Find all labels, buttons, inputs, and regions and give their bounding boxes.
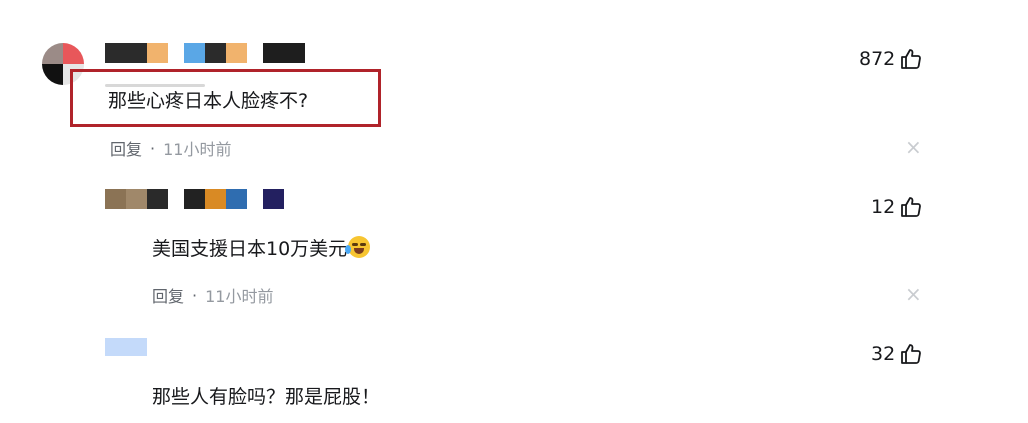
close-icon[interactable]: ×	[905, 137, 922, 157]
comment-meta: 回复 · 11小时前	[110, 136, 231, 160]
reply-button[interactable]: 回复	[110, 136, 142, 160]
comment-meta: 回复 · 11小时前	[152, 283, 273, 307]
timestamp: 11小时前	[163, 140, 232, 159]
like-count: 12	[871, 196, 896, 218]
like-button[interactable]: 872	[859, 47, 923, 71]
close-icon[interactable]: ×	[905, 284, 922, 304]
like-count: 872	[859, 48, 896, 70]
like-button[interactable]: 12	[871, 195, 923, 219]
timestamp: 11小时前	[205, 287, 274, 306]
thumbs-up-icon	[901, 49, 922, 69]
username-obscured[interactable]	[105, 338, 147, 356]
comment-text-content: 美国支援日本10万美元	[152, 238, 348, 260]
username-obscured[interactable]	[105, 189, 284, 209]
username-obscured[interactable]	[105, 43, 305, 63]
comment-text: 那些心疼日本人脸疼不?	[108, 90, 309, 112]
thumbs-up-icon	[901, 197, 922, 217]
like-button[interactable]: 32	[871, 342, 923, 366]
like-count: 32	[871, 343, 896, 365]
reply-button[interactable]: 回复	[152, 283, 184, 307]
comment-text: 美国支援日本10万美元	[152, 236, 371, 262]
separator-dot: ·	[150, 138, 156, 158]
crying-laughing-emoji	[345, 236, 371, 258]
thumbs-up-icon	[901, 344, 922, 364]
separator-dot: ·	[192, 285, 198, 305]
comment-text: 那些人有脸吗？那是屁股！	[152, 386, 381, 408]
